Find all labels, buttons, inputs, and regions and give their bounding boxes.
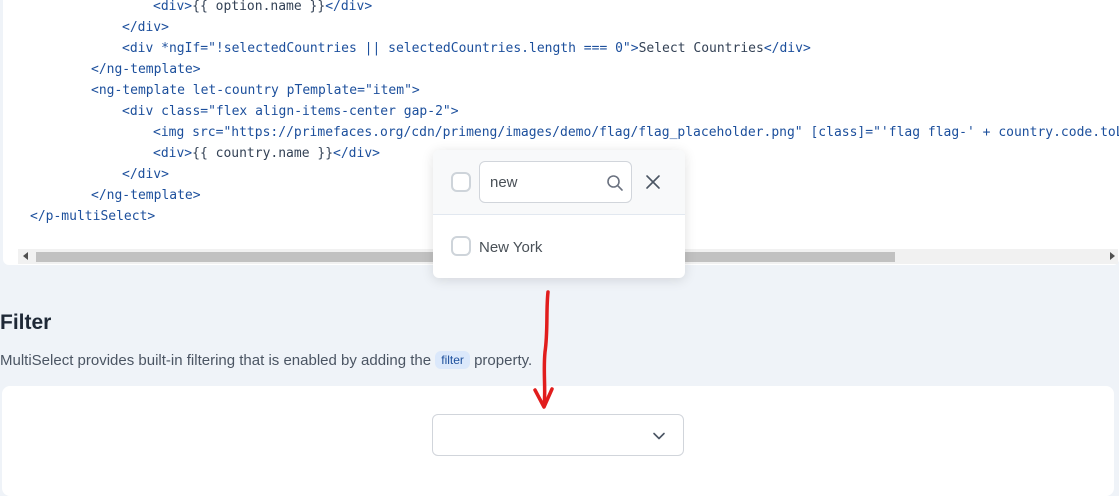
code-token: src= (192, 125, 224, 140)
option-checkbox[interactable] (451, 236, 471, 256)
code-token: [class]= (802, 125, 874, 140)
code-token: <img (153, 125, 193, 140)
code-token: "flex align-items-center gap-2" (208, 104, 451, 119)
filter-input[interactable] (480, 162, 610, 202)
code-token: > (411, 83, 420, 98)
code-token: {{ country.name }} (192, 146, 334, 161)
description-text: MultiSelect provides built-in filtering … (0, 352, 436, 369)
code-line: </div> (122, 165, 169, 185)
code-token: </div> (763, 41, 811, 56)
multiselect-dropdown[interactable] (432, 414, 684, 456)
code-token: {{ option.name }} (192, 0, 326, 14)
code-token: <ng-template (91, 83, 193, 98)
code-line: </div> (122, 18, 169, 38)
search-icon (607, 175, 623, 191)
code-token: <div> (153, 0, 193, 14)
filter-chip: filter (435, 351, 470, 369)
multiselect-panel: New York (433, 150, 685, 278)
code-token: "!selectedCountries || selectedCountries… (208, 41, 631, 56)
code-token: </div> (333, 146, 380, 161)
code-token: <div (122, 104, 162, 119)
code-token: "https://primefaces.org/cdn/primeng/imag… (223, 125, 803, 140)
section-description: MultiSelect provides built-in filtering … (0, 351, 532, 369)
description-text-end: property. (469, 352, 533, 369)
code-token: <div (122, 41, 162, 56)
code-token: </div> (325, 0, 373, 14)
code-token: "'flag flag-' + country.code.toLo (873, 125, 1119, 140)
option-label: New York (479, 239, 543, 256)
code-token: <div> (153, 146, 193, 161)
filter-field[interactable] (479, 161, 632, 203)
code-token: </ng-template> (91, 62, 201, 77)
code-token: let-country pTemplate= (192, 83, 365, 98)
red-arrow-annotation (533, 290, 554, 409)
code-line: </ng-template> (91, 60, 201, 80)
section-title: Filter (0, 311, 52, 334)
code-token: Select Countries (638, 41, 764, 56)
code-token: </ng-template> (91, 188, 201, 203)
chevron-down-icon[interactable] (652, 429, 666, 443)
code-line: <ng-template let-country pTemplate="item… (91, 81, 420, 101)
select-all-checkbox[interactable] (451, 172, 471, 192)
code-line: <img src="https://primefaces.org/cdn/pri… (153, 123, 1119, 143)
code-line: </p-multiSelect> (30, 207, 155, 227)
code-token: </p-multiSelect> (30, 209, 156, 224)
scroll-right-arrow-icon[interactable] (1110, 252, 1115, 260)
code-token: class= (161, 104, 209, 119)
code-token: "item" (364, 83, 412, 98)
code-line: <div class="flex align-items-center gap-… (122, 102, 459, 122)
code-token: </div> (122, 167, 169, 182)
panel-header (433, 150, 685, 215)
scroll-left-arrow-icon[interactable] (23, 252, 28, 260)
code-line: <div>{{ country.name }}</div> (153, 144, 380, 164)
code-line: <div *ngIf="!selectedCountries || select… (122, 39, 811, 59)
code-token: > (450, 104, 459, 119)
code-token: > (630, 41, 639, 56)
code-token: *ngIf= (161, 41, 209, 56)
close-icon[interactable] (645, 174, 661, 190)
code-line: <div>{{ option.name }}</div> (153, 0, 372, 17)
code-line: </ng-template> (91, 186, 201, 206)
code-token: </div> (122, 20, 169, 35)
